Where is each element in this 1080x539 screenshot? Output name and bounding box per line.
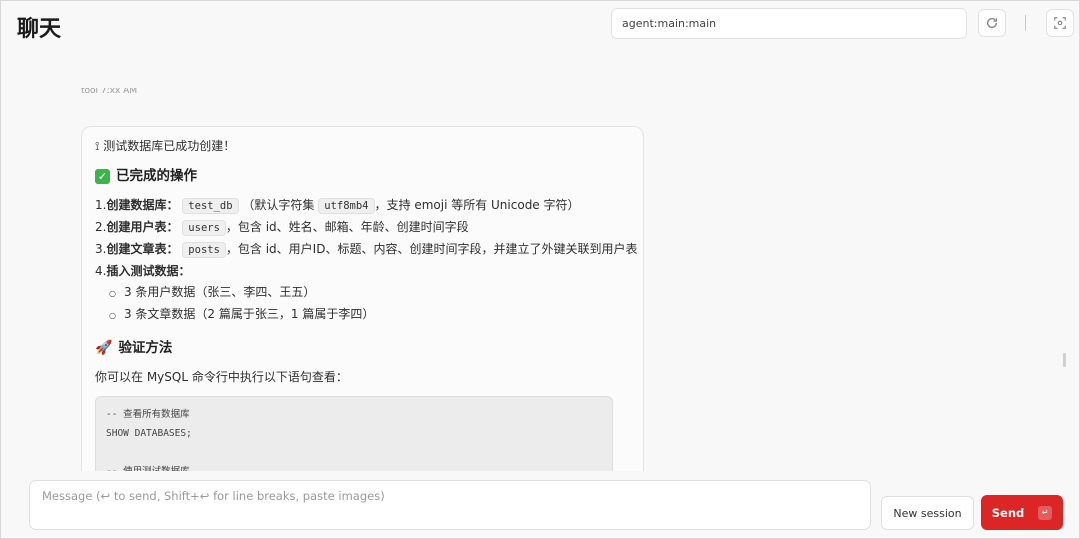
- list-item: 1.创建数据库： test_db （默认字符集 utf8mb4 ，支持 emoji…: [95, 198, 580, 214]
- inline-code: users: [182, 220, 226, 236]
- intro-line: ⟟ 测试数据库已成功创建！: [95, 136, 630, 157]
- app-window: 聊天 agent:main:main tool 7:xx AM ⟟ 测试数据库已…: [0, 0, 1080, 539]
- section-title: 验证方法: [118, 340, 173, 356]
- inline-code: test_db: [182, 198, 239, 214]
- check-icon: ✓: [95, 169, 110, 184]
- intro-text: 测试数据库已成功创建！: [103, 139, 236, 153]
- verify-text: 你可以在 MySQL 命令行中执行以下语句查看：: [95, 370, 348, 384]
- section-heading-done: ✓ 已完成的操作: [95, 166, 630, 187]
- focus-icon: [1054, 17, 1066, 29]
- list-item: 4.插入测试数据：: [95, 264, 191, 278]
- section-title: 已完成的操作: [116, 168, 197, 184]
- page-title: 聊天: [17, 17, 62, 42]
- message-meta: tool 7:xx AM: [81, 88, 138, 96]
- code-line: ​: [106, 443, 602, 462]
- section-heading-verify: 🚀 验证方法: [95, 338, 630, 359]
- send-label: Send: [991, 505, 1025, 520]
- list-item: 2.创建用户表： users ，包含 id、姓名、邮箱、年龄、创建时间字段: [95, 220, 469, 236]
- code-line: -- 查看所有数据库: [106, 409, 190, 420]
- code-block[interactable]: -- 查看所有数据库 SHOW DATABASES; ​-- 使用测试数据库: [95, 396, 613, 471]
- session-select[interactable]: agent:main:main: [611, 8, 967, 39]
- enter-key-icon: ↵: [1038, 505, 1053, 520]
- code-line: SHOW DATABASES;: [106, 428, 192, 439]
- chat-thread[interactable]: tool 7:xx AM ⟟ 测试数据库已成功创建！ ✓ 已完成的操作 1.创建…: [1, 76, 1079, 471]
- refresh-icon: [986, 17, 998, 29]
- code-line: -- 使用测试数据库: [106, 462, 602, 471]
- send-button[interactable]: Send ↵: [981, 495, 1063, 530]
- header-divider: [1025, 15, 1026, 31]
- focus-mode-button[interactable]: [1046, 9, 1074, 37]
- sub-list-item: 3 条文章数据（2 篇属于张三，1 篇属于李四）: [95, 304, 630, 326]
- refresh-button[interactable]: [978, 9, 1006, 37]
- scrollbar-thumb[interactable]: [1063, 353, 1066, 367]
- message-input[interactable]: Message (↩ to send, Shift+↩ for line bre…: [29, 480, 871, 530]
- sparkle-icon: ⟟: [95, 139, 100, 153]
- assistant-message: ⟟ 测试数据库已成功创建！ ✓ 已完成的操作 1.创建数据库： test_db …: [81, 126, 644, 471]
- new-session-button[interactable]: New session: [881, 496, 974, 530]
- inline-code: posts: [182, 242, 226, 258]
- rocket-icon: 🚀: [95, 340, 113, 356]
- list-item: 3.创建文章表： posts ，包含 id、用户ID、标题、内容、创建时间字段，并…: [95, 242, 638, 258]
- sub-list-item: 3 条用户数据（张三、李四、王五）: [95, 282, 630, 304]
- inline-code: utf8mb4: [318, 198, 375, 214]
